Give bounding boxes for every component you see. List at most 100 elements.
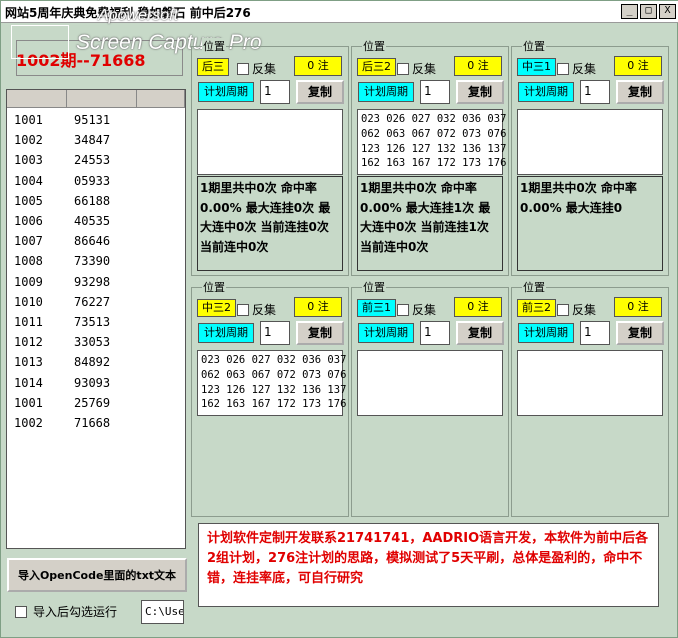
- copy-button[interactable]: 复制: [456, 321, 504, 345]
- zhu-count: 0 注: [454, 56, 502, 76]
- list-item[interactable]: 1012 33053: [7, 332, 185, 352]
- stats-box: 1期里共中0次 命中率0.00% 最大连挂0次 最大连中0次 当前连挂0次 当前…: [197, 176, 343, 271]
- plan-period-input[interactable]: 1: [260, 321, 290, 345]
- period-cell: 1009: [14, 274, 43, 289]
- plan-period-input[interactable]: 1: [420, 321, 450, 345]
- fanji-option[interactable]: 反集: [397, 60, 436, 77]
- fanji-checkbox[interactable]: [557, 62, 569, 75]
- plan-period-input[interactable]: 1: [580, 80, 610, 104]
- period-cell: 1004: [14, 173, 43, 188]
- fanji-option[interactable]: 反集: [397, 301, 436, 318]
- panel-legend: 位置: [362, 38, 386, 54]
- list-header-col3[interactable]: [137, 90, 185, 108]
- list-header-col1[interactable]: [7, 90, 67, 108]
- minimize-button[interactable]: _: [621, 4, 638, 19]
- list-item[interactable]: 1005 66188: [7, 191, 185, 211]
- current-period-label: 1002期--71668: [16, 51, 146, 70]
- list-item[interactable]: 1010 76227: [7, 292, 185, 312]
- panel-legend: 位置: [202, 38, 226, 54]
- list-item[interactable]: 1004 05933: [7, 171, 185, 191]
- plan-period-label: 计划周期: [518, 82, 574, 102]
- stats-box: 1期里共中0次 命中率0.00% 最大连挂1次 最大连中0次 当前连挂1次 当前…: [357, 176, 503, 271]
- zhu-count: 0 注: [614, 56, 662, 76]
- list-item[interactable]: 1001 25769: [7, 393, 185, 413]
- fanji-checkbox[interactable]: [237, 62, 249, 75]
- period-cell: 1002: [14, 415, 43, 430]
- period-cell: 1003: [14, 153, 43, 168]
- list-item[interactable]: 1013 84892: [7, 352, 185, 372]
- window-title: 网站5周年庆典免费福利 稳如磐石 前中后276: [5, 6, 251, 20]
- numbers-box[interactable]: 023 026 027 032 036 037 062 063 067 072 …: [357, 109, 506, 175]
- code-cell: 05933: [74, 173, 111, 188]
- copy-button[interactable]: 复制: [296, 321, 344, 345]
- code-cell: 93298: [74, 274, 111, 289]
- maximize-button[interactable]: □: [640, 4, 657, 19]
- zhu-count: 0 注: [614, 297, 662, 317]
- copy-button[interactable]: 复制: [456, 80, 504, 104]
- plan-period-label: 计划周期: [358, 323, 414, 343]
- auto-run-checkbox[interactable]: [15, 605, 27, 618]
- fanji-option[interactable]: 反集: [557, 60, 596, 77]
- plan-panel: 位置 前三1 反集 0 注计划周期 1 复制: [351, 279, 509, 517]
- period-cell: 1002: [14, 133, 43, 148]
- plan-period-input[interactable]: 1: [260, 80, 290, 104]
- position-tag: 中三2: [197, 299, 236, 317]
- title-bar[interactable]: 网站5周年庆典免费福利 稳如磐石 前中后276 _ □ X: [1, 1, 678, 23]
- list-item[interactable]: 1006 40535: [7, 211, 185, 231]
- copy-button[interactable]: 复制: [296, 80, 344, 104]
- list-item[interactable]: 1002 71668: [7, 413, 185, 433]
- copy-button[interactable]: 复制: [616, 321, 664, 345]
- fanji-option[interactable]: 反集: [237, 301, 276, 318]
- zhu-count: 0 注: [454, 297, 502, 317]
- list-item[interactable]: 1002 34847: [7, 130, 185, 150]
- numbers-box[interactable]: [517, 109, 663, 175]
- fanji-checkbox[interactable]: [397, 62, 409, 75]
- list-item[interactable]: 1007 86646: [7, 231, 185, 251]
- list-header[interactable]: [7, 90, 185, 108]
- list-item[interactable]: 1014 93093: [7, 372, 185, 392]
- zhu-count: 0 注: [294, 297, 342, 317]
- auto-run-option[interactable]: 导入后勾选运行: [15, 603, 117, 620]
- period-cell: 1014: [14, 375, 43, 390]
- copy-button[interactable]: 复制: [616, 80, 664, 104]
- code-cell: 40535: [74, 214, 111, 229]
- list-item[interactable]: 1003 24553: [7, 150, 185, 170]
- panel-legend: 位置: [362, 279, 386, 295]
- list-item[interactable]: 1011 73513: [7, 312, 185, 332]
- zhu-count: 0 注: [294, 56, 342, 76]
- plan-period-label: 计划周期: [358, 82, 414, 102]
- numbers-box[interactable]: [357, 350, 503, 416]
- plan-period-input[interactable]: 1: [580, 321, 610, 345]
- period-cell: 1001: [14, 395, 43, 410]
- path-input[interactable]: C:\Use: [141, 600, 184, 624]
- period-cell: 1012: [14, 335, 43, 350]
- plan-panel: 位置 后三 反集 0 注计划周期 1 复制 1期里共中0次 命中率0.00% 最大连挂0次 …: [191, 38, 349, 276]
- code-cell: 93093: [74, 375, 111, 390]
- fanji-checkbox[interactable]: [237, 303, 249, 316]
- history-list[interactable]: 1001 95131 1002 34847 1003 24553 1004 05933 1005…: [6, 89, 186, 549]
- fanji-option[interactable]: 反集: [557, 301, 596, 318]
- code-cell: 76227: [74, 294, 111, 309]
- list-item[interactable]: 1009 93298: [7, 272, 185, 292]
- fanji-checkbox[interactable]: [397, 303, 409, 316]
- period-cell: 1013: [14, 355, 43, 370]
- import-txt-button[interactable]: 导入OpenCode里面的txt文本: [7, 558, 187, 592]
- main-window: 网站5周年庆典免费福利 稳如磐石 前中后276 _ □ X 1002期--716…: [0, 0, 678, 638]
- numbers-box[interactable]: 023 026 027 032 036 037 062 063 067 072 …: [197, 350, 346, 416]
- close-button[interactable]: X: [659, 4, 676, 19]
- list-item[interactable]: 1001 95131: [7, 110, 185, 130]
- fanji-option[interactable]: 反集: [237, 60, 276, 77]
- list-header-col2[interactable]: [67, 90, 137, 108]
- code-cell: 71668: [74, 415, 111, 430]
- period-cell: 1006: [14, 214, 43, 229]
- plan-period-input[interactable]: 1: [420, 80, 450, 104]
- auto-run-label: 导入后勾选运行: [33, 605, 118, 619]
- position-tag: 后三: [197, 58, 229, 76]
- numbers-box[interactable]: [517, 350, 663, 416]
- numbers-box[interactable]: [197, 109, 343, 175]
- panel-legend: 位置: [522, 38, 546, 54]
- fanji-label: 反集: [412, 62, 437, 76]
- fanji-checkbox[interactable]: [557, 303, 569, 316]
- position-tag: 后三2: [357, 58, 396, 76]
- list-item[interactable]: 1008 73390: [7, 251, 185, 271]
